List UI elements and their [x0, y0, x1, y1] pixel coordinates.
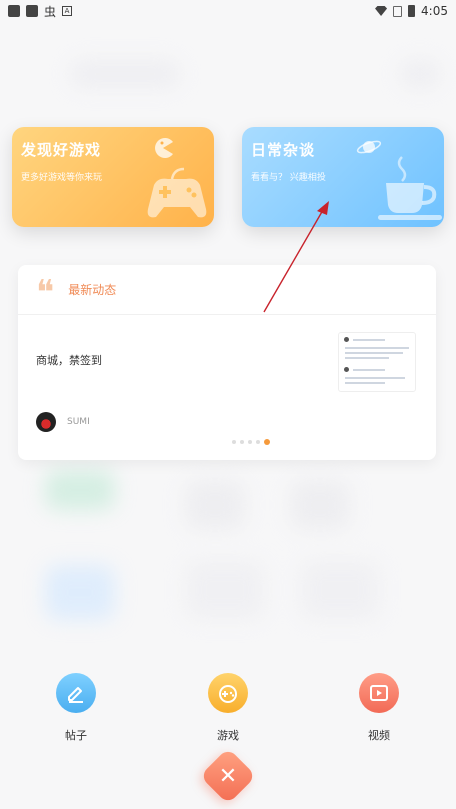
- quote-icon: ❝: [36, 272, 55, 313]
- pager-dot: [248, 440, 252, 444]
- gamepad-icon: [147, 167, 207, 218]
- pager-dot-active: [264, 439, 270, 445]
- action-label: 游戏: [217, 729, 239, 742]
- news-thumbnail[interactable]: [338, 332, 416, 392]
- action-label: 视频: [368, 729, 390, 742]
- bug-icon: 虫: [44, 4, 57, 19]
- latest-news-panel[interactable]: ❝ 最新动态 商城，禁签到 SUMI: [18, 265, 436, 460]
- app-notification-icon: [8, 5, 20, 17]
- close-icon[interactable]: ✕: [208, 756, 248, 796]
- pager-dot: [240, 440, 244, 444]
- author-name: SUMI: [67, 417, 90, 427]
- thumb-avatar-icon: [344, 337, 349, 342]
- coffee-cup-icon: [378, 156, 442, 220]
- news-title: 最新动态: [68, 283, 117, 297]
- status-time: 4:05: [421, 4, 448, 18]
- pager-dot: [232, 440, 236, 444]
- app-notification-icon: [26, 5, 38, 17]
- daily-chat-card[interactable]: 日常杂谈 看看与？ 兴趣相投: [242, 127, 444, 227]
- card-title: 发现好游戏: [21, 141, 102, 159]
- carousel-pager: [232, 439, 270, 445]
- a-notification-icon: A: [62, 6, 73, 16]
- gamepad-icon[interactable]: [208, 673, 248, 713]
- discover-games-card[interactable]: 发现好游戏 更多好游戏等你来玩: [12, 127, 214, 227]
- status-bar: 虫 A 4:05: [0, 0, 456, 22]
- news-author[interactable]: SUMI: [36, 412, 90, 432]
- battery-icon: [408, 5, 416, 17]
- thumb-avatar-icon: [344, 367, 349, 372]
- edit-icon[interactable]: [56, 673, 96, 713]
- post-action[interactable]: 帖子: [56, 673, 96, 743]
- video-action[interactable]: 视频: [359, 673, 399, 743]
- wifi-icon: [375, 6, 388, 16]
- game-action[interactable]: 游戏: [208, 673, 248, 743]
- sim-icon: [393, 5, 403, 17]
- news-text[interactable]: 商城，禁签到: [36, 352, 102, 368]
- news-header: ❝ 最新动态: [18, 265, 436, 315]
- avatar: [36, 412, 56, 432]
- action-label: 帖子: [65, 729, 87, 742]
- pager-dot: [256, 440, 260, 444]
- pacman-icon: [155, 138, 173, 158]
- video-icon[interactable]: [359, 673, 399, 713]
